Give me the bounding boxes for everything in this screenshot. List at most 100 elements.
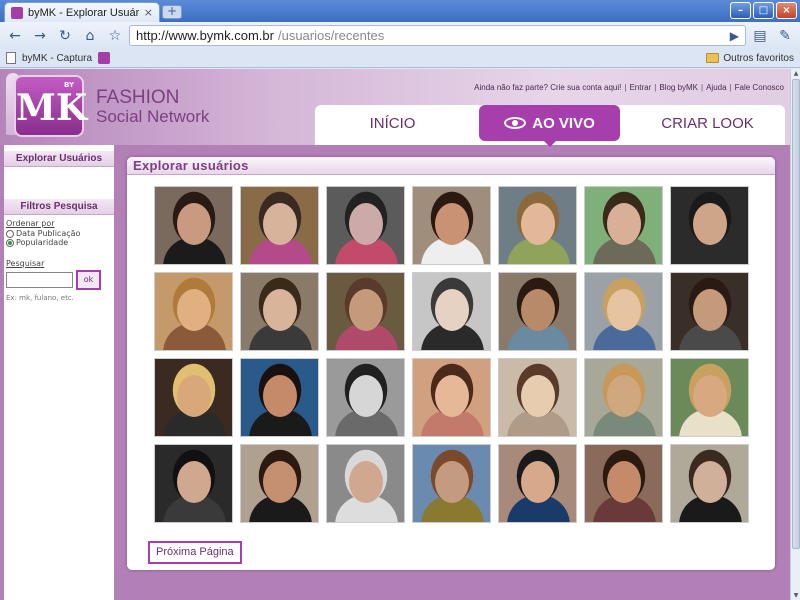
user-photo[interactable] — [240, 186, 319, 265]
user-photo-face — [607, 461, 641, 503]
user-photo-face — [693, 375, 727, 417]
forward-arrow-icon[interactable]: → — [29, 25, 51, 47]
bookmark-captura[interactable]: byMK - Captura — [22, 53, 92, 64]
web-page: MK BY FASHION Social Network Ainda não f… — [0, 69, 790, 600]
user-photo[interactable] — [584, 272, 663, 351]
page-scrollbar[interactable]: ▲ ▼ — [790, 69, 800, 600]
user-photo[interactable] — [240, 444, 319, 523]
help-link[interactable]: Ajuda — [706, 83, 726, 92]
address-bar[interactable]: http://www.bymk.com.br/usuarios/recentes… — [129, 25, 746, 46]
other-bookmarks[interactable]: Outros favoritos — [706, 53, 794, 64]
minimize-icon[interactable]: – — [730, 2, 751, 19]
order-label: Ordenar por — [6, 219, 55, 228]
user-photo-face — [435, 375, 469, 417]
user-photo-face — [607, 203, 641, 245]
user-photo-face — [693, 461, 727, 503]
tab-home[interactable]: INÍCIO — [315, 105, 470, 141]
user-photo[interactable] — [412, 272, 491, 351]
user-photo[interactable] — [326, 444, 405, 523]
order-option-popularity[interactable]: Popularidade — [6, 238, 114, 247]
user-photo-face — [263, 375, 297, 417]
search-input[interactable] — [6, 272, 73, 288]
logo-by: BY — [64, 81, 75, 89]
user-photo[interactable] — [584, 186, 663, 265]
user-photo-face — [435, 289, 469, 331]
signup-link[interactable]: Ainda não faz parte? Crie sua conta aqui… — [474, 83, 621, 92]
user-photo[interactable] — [498, 186, 577, 265]
sidebar: Explorar Usuários Filtros Pesquisa Orden… — [4, 145, 114, 600]
user-photo[interactable] — [584, 444, 663, 523]
scroll-thumb[interactable] — [792, 79, 800, 549]
page-menu-icon[interactable]: ▤ — [749, 25, 771, 47]
user-photo[interactable] — [240, 272, 319, 351]
wrench-menu-icon[interactable]: ✎ — [774, 25, 796, 47]
user-photo[interactable] — [498, 444, 577, 523]
user-photo-face — [693, 203, 727, 245]
back-arrow-icon[interactable]: ← — [4, 25, 26, 47]
user-photo-face — [349, 375, 383, 417]
bookmark-favicon-icon[interactable] — [98, 52, 111, 64]
user-photo[interactable] — [154, 358, 233, 437]
browser-titlebar: byMK - Explorar Usuários × + – □ × — [0, 0, 800, 22]
user-photo[interactable] — [326, 358, 405, 437]
tab-live-label: AO VIVO — [532, 114, 595, 132]
user-photo-face — [177, 461, 211, 503]
user-photo[interactable] — [240, 358, 319, 437]
new-tab-button[interactable]: + — [162, 5, 182, 19]
user-photo[interactable] — [412, 186, 491, 265]
user-photo-face — [349, 289, 383, 331]
user-photo-face — [521, 289, 555, 331]
login-link[interactable]: Entrar — [629, 83, 651, 92]
address-path: /usuarios/recentes — [277, 28, 385, 43]
user-photo[interactable] — [154, 186, 233, 265]
user-photo-face — [263, 203, 297, 245]
home-icon[interactable]: ⌂ — [79, 25, 101, 47]
explore-panel: Explorar usuários Próxima Página — [127, 157, 775, 570]
user-photo[interactable] — [326, 272, 405, 351]
user-photo-face — [435, 203, 469, 245]
user-photo[interactable] — [154, 272, 233, 351]
scroll-down-icon[interactable]: ▼ — [791, 591, 800, 600]
tab-close-icon[interactable]: × — [144, 6, 153, 19]
bookmarks-bar: byMK - Captura Outros favoritos — [0, 49, 800, 68]
window-controls: – □ × — [730, 2, 797, 19]
order-option-date[interactable]: Data Publicação — [6, 229, 114, 238]
user-photo-face — [607, 289, 641, 331]
user-photo[interactable] — [670, 186, 749, 265]
user-photo[interactable] — [670, 358, 749, 437]
user-photo-face — [263, 289, 297, 331]
scroll-up-icon[interactable]: ▲ — [791, 69, 800, 78]
tab-live[interactable]: AO VIVO — [479, 105, 620, 141]
order-option-popularity-label: Popularidade — [16, 238, 69, 247]
user-photo-face — [177, 375, 211, 417]
user-photo[interactable] — [584, 358, 663, 437]
user-photo[interactable] — [412, 358, 491, 437]
brand-line1: FASHION — [96, 87, 180, 108]
user-photo[interactable] — [154, 444, 233, 523]
radio-date[interactable] — [6, 229, 14, 238]
bookmark-star-icon[interactable]: ☆ — [104, 25, 126, 47]
maximize-icon[interactable]: □ — [753, 2, 774, 19]
window-close-icon[interactable]: × — [776, 2, 797, 19]
browser-tab[interactable]: byMK - Explorar Usuários × — [4, 2, 160, 22]
go-icon[interactable]: ▶ — [730, 29, 739, 43]
address-host: http://www.bymk.com.br — [136, 28, 274, 43]
user-photo-face — [521, 375, 555, 417]
tab-create-look[interactable]: CRIAR LOOK — [630, 105, 785, 141]
user-photo-face — [263, 461, 297, 503]
next-page-button[interactable]: Próxima Página — [148, 541, 242, 564]
user-photo[interactable] — [498, 358, 577, 437]
user-photo[interactable] — [326, 186, 405, 265]
user-photo-face — [177, 289, 211, 331]
user-photo[interactable] — [670, 444, 749, 523]
radio-popularity[interactable] — [6, 238, 14, 247]
reload-icon[interactable]: ↻ — [54, 25, 76, 47]
user-photo[interactable] — [498, 272, 577, 351]
search-ok-button[interactable]: ok — [76, 270, 101, 290]
contact-link[interactable]: Fale Conosco — [735, 83, 784, 92]
user-photo[interactable] — [670, 272, 749, 351]
user-photo[interactable] — [412, 444, 491, 523]
search-hint: Ex: mk, fulano, etc. — [6, 294, 74, 302]
user-photo-face — [349, 203, 383, 245]
blog-link[interactable]: Blog byMK — [659, 83, 698, 92]
